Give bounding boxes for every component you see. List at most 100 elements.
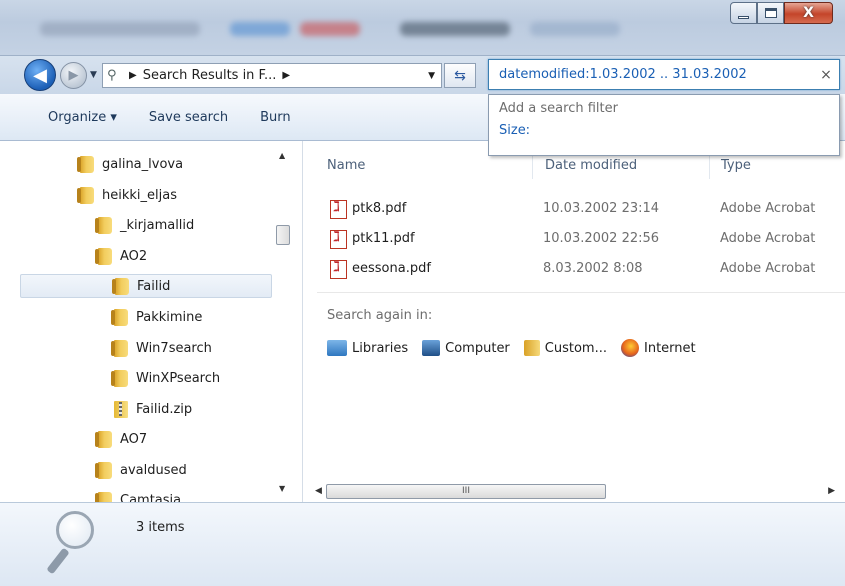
tree-item[interactable]: avaldused [95, 458, 187, 482]
column-header-type[interactable]: Type [721, 158, 751, 173]
title-bar: X [0, 0, 845, 56]
window-controls: X [730, 2, 833, 24]
tree-item[interactable]: Win7search [111, 336, 212, 360]
scroll-right-arrow-icon[interactable]: ▶ [828, 486, 835, 496]
scroll-up-arrow-icon[interactable]: ▲ [279, 151, 285, 160]
pdf-file-icon [330, 199, 347, 219]
refresh-icon: ⇆ [454, 67, 466, 84]
refresh-button[interactable]: ⇆ [444, 63, 476, 88]
results-divider [317, 292, 845, 293]
tree-item[interactable]: WinXPsearch [111, 366, 221, 390]
file-type: Adobe Acrobat [720, 201, 816, 216]
clear-search-icon[interactable]: × [813, 67, 839, 83]
navigation-pane: galina_lvova heikki_eljas _kirjamallid A… [18, 141, 303, 502]
tree-item[interactable]: heikki_eljas [77, 183, 177, 207]
maximize-icon [764, 8, 777, 18]
tree-item-label: _kirjamallid [120, 217, 195, 233]
tree-item-label: avaldused [120, 462, 187, 478]
forward-button[interactable]: ▶ [60, 62, 87, 89]
computer-icon [422, 340, 441, 356]
search-input[interactable]: datemodified:1.03.2002 .. 31.03.2002 × [488, 59, 840, 90]
folder-icon [77, 155, 94, 173]
tree-item-label: WinXPsearch [136, 370, 221, 386]
tree-item[interactable]: Failid.zip [114, 397, 192, 421]
results-horizontal-scrollbar[interactable]: ◀ III ▶ [305, 482, 845, 502]
breadcrumb-chevron-icon[interactable]: ▶ [282, 70, 290, 81]
maximize-button[interactable] [757, 2, 784, 24]
size-filter-link[interactable]: Size: [499, 123, 829, 138]
tree-item-label: Pakkimine [136, 309, 203, 325]
file-type: Adobe Acrobat [720, 261, 816, 276]
magnifier-lens [56, 511, 94, 549]
tree-item[interactable]: galina_lvova [77, 152, 184, 176]
tree-item[interactable]: Camtasia [95, 488, 181, 502]
scroll-down-arrow-icon[interactable]: ▼ [279, 484, 285, 493]
search-query[interactable]: datemodified:1.03.2002 .. 31.03.2002 [489, 67, 813, 82]
address-history-dropdown-icon[interactable]: ▼ [428, 71, 435, 81]
column-header-name[interactable]: Name [327, 158, 365, 173]
file-name: eessona.pdf [352, 261, 431, 276]
tree-item-label: galina_lvova [102, 156, 184, 172]
search-again-label: Search again in: [327, 308, 433, 323]
folder-icon [111, 369, 128, 387]
search-magnifier-icon [46, 511, 102, 581]
details-pane: 3 items [0, 502, 845, 586]
blurred-titlebar-content [230, 22, 290, 36]
blurred-titlebar-content [40, 22, 200, 36]
breadcrumb-chevron-icon[interactable]: ▶ [129, 70, 137, 81]
folder-icon [77, 186, 94, 204]
tree-item[interactable]: AO2 [95, 244, 147, 268]
file-date: 10.03.2002 22:56 [543, 231, 660, 246]
folder-icon [95, 430, 112, 448]
search-again-computer[interactable]: Computer [422, 340, 510, 356]
folder-icon [95, 491, 112, 502]
scroll-thumb[interactable] [276, 225, 290, 245]
blurred-titlebar-content [400, 22, 510, 36]
custom-folder-icon [523, 340, 540, 356]
file-date: 10.03.2002 23:14 [543, 201, 660, 216]
tree-item[interactable]: AO7 [95, 427, 147, 451]
back-button[interactable]: ◀ [24, 59, 56, 91]
tree-item-label: heikki_eljas [102, 187, 177, 203]
search-again-internet[interactable]: Internet [621, 339, 696, 357]
search-again-libraries[interactable]: Libraries [327, 340, 408, 356]
place-label: Custom... [544, 340, 607, 356]
back-arrow-icon: ◀ [33, 64, 47, 86]
file-row[interactable]: ptk8.pdf 10.03.2002 23:14 Adobe Acrobat [327, 197, 845, 221]
address-text[interactable]: Search Results in F... [143, 68, 277, 83]
horizontal-scroll-thumb[interactable]: III [326, 484, 606, 499]
folder-icon [95, 216, 112, 234]
organize-button[interactable]: Organize ▾ [36, 104, 129, 130]
scroll-left-arrow-icon[interactable]: ◀ [315, 486, 322, 496]
internet-icon [621, 339, 639, 357]
item-count: 3 items [136, 520, 185, 535]
search-again-custom[interactable]: Custom... [523, 340, 607, 356]
tree-item[interactable]: Pakkimine [111, 305, 203, 329]
recent-pages-dropdown[interactable]: ▼ [90, 70, 97, 80]
tree-item[interactable]: _kirjamallid [95, 213, 195, 237]
pdf-file-icon [330, 229, 347, 249]
file-row[interactable]: ptk11.pdf 10.03.2002 22:56 Adobe Acrobat [327, 227, 845, 251]
tree-item-label: Win7search [136, 340, 212, 356]
file-row[interactable]: eessona.pdf 8.03.2002 8:08 Adobe Acrobat [327, 257, 845, 281]
blurred-titlebar-content [530, 22, 620, 36]
navigation-pane-scrollbar[interactable]: ▲ ▼ [274, 141, 292, 502]
file-name: ptk8.pdf [352, 201, 407, 216]
file-name: ptk11.pdf [352, 231, 415, 246]
search-filter-hint: Add a search filter [499, 101, 618, 116]
folder-icon [111, 308, 128, 326]
close-button[interactable]: X [784, 2, 833, 24]
file-type: Adobe Acrobat [720, 231, 816, 246]
column-header-date-modified[interactable]: Date modified [545, 158, 637, 173]
blurred-titlebar-content [300, 22, 360, 36]
libraries-icon [327, 340, 347, 356]
save-search-button[interactable]: Save search [137, 104, 240, 130]
search-filter-dropdown: Add a search filter Size: [488, 94, 840, 156]
address-bar[interactable]: ⚲ ▶ Search Results in F... ▶ ▼ [102, 63, 442, 88]
minimize-button[interactable] [730, 2, 757, 24]
place-label: Internet [644, 340, 696, 356]
burn-button[interactable]: Burn [248, 104, 303, 130]
close-icon: X [803, 5, 814, 21]
tree-item-selected[interactable]: Failid [20, 274, 272, 298]
minimize-icon [738, 15, 749, 19]
